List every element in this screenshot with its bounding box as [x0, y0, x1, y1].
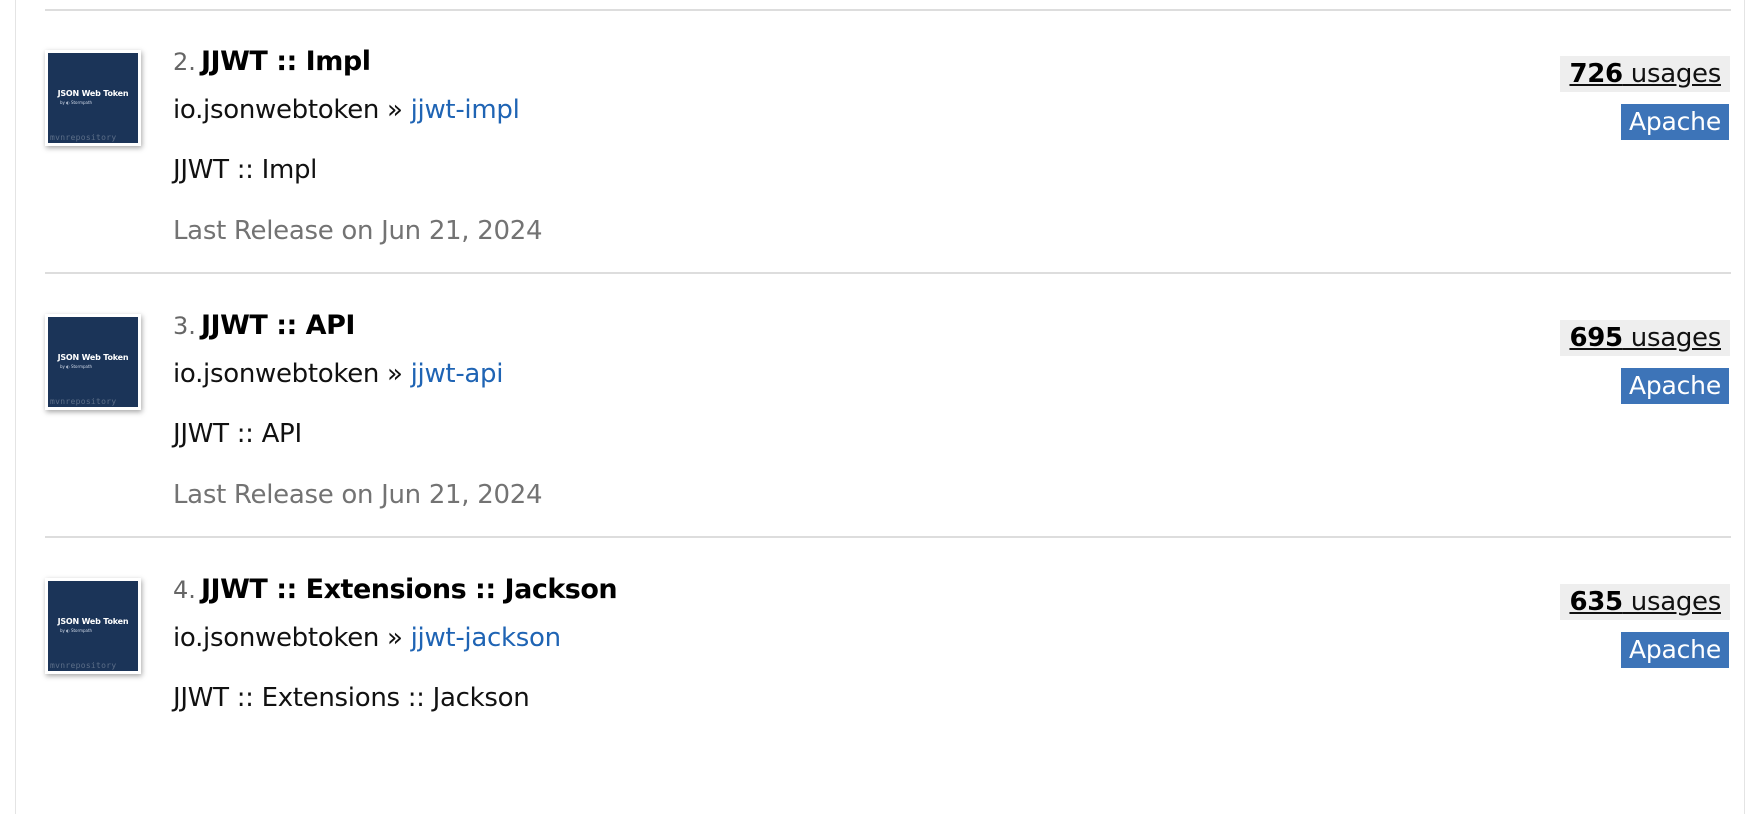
result-description: JJWT :: Extensions :: Jackson: [173, 683, 530, 713]
usage-count: 726: [1569, 59, 1623, 89]
jwt-logo-image[interactable]: JSON Web Token by ◐ Stormpath mvnreposit…: [45, 578, 141, 674]
result-title-link[interactable]: JJWT :: Extensions :: Jackson: [201, 574, 618, 605]
usages-badge[interactable]: 726 usages: [1560, 56, 1730, 92]
result-title-link[interactable]: JJWT :: API: [201, 310, 355, 341]
result-item: JSON Web Token by ◐ Stormpath mvnreposit…: [16, 8, 1744, 304]
breadcrumb-separator: »: [379, 623, 411, 653]
license-badge[interactable]: Apache: [1620, 104, 1729, 140]
last-release-date: Last Release on Jun 21, 2024: [173, 480, 543, 510]
usage-label: usages: [1622, 323, 1722, 353]
result-heading: 4. JJWT :: Extensions :: Jackson: [173, 574, 618, 605]
group-link[interactable]: io.jsonwebtoken: [173, 359, 379, 389]
results-list: JSON Web Token by ◐ Stormpath mvnreposit…: [15, 0, 1745, 814]
usage-count: 695: [1569, 323, 1623, 353]
artifact-link[interactable]: jjwt-api: [411, 359, 504, 389]
artifact-coordinates: io.jsonwebtoken » jjwt-api: [173, 359, 503, 389]
license-badge[interactable]: Apache: [1620, 368, 1729, 404]
result-heading: 3. JJWT :: API: [173, 310, 355, 341]
usage-label: usages: [1622, 587, 1722, 617]
breadcrumb-separator: »: [379, 359, 411, 389]
jwt-logo-image[interactable]: JSON Web Token by ◐ Stormpath mvnreposit…: [45, 314, 141, 410]
result-item: JSON Web Token by ◐ Stormpath mvnreposit…: [16, 272, 1744, 568]
artifact-link[interactable]: jjwt-impl: [411, 95, 520, 125]
usage-label: usages: [1622, 59, 1722, 89]
jwt-logo-image[interactable]: JSON Web Token by ◐ Stormpath mvnreposit…: [45, 50, 141, 146]
result-description: JJWT :: API: [173, 419, 302, 449]
result-index: 4.: [173, 576, 196, 604]
breadcrumb-separator: »: [379, 95, 411, 125]
usage-count: 635: [1569, 587, 1623, 617]
artifact-coordinates: io.jsonwebtoken » jjwt-jackson: [173, 623, 561, 653]
result-index: 2.: [173, 48, 196, 76]
artifact-coordinates: io.jsonwebtoken » jjwt-impl: [173, 95, 520, 125]
usages-badge[interactable]: 695 usages: [1560, 320, 1730, 356]
group-link[interactable]: io.jsonwebtoken: [173, 95, 379, 125]
artifact-link[interactable]: jjwt-jackson: [411, 623, 561, 653]
usages-badge[interactable]: 635 usages: [1560, 584, 1730, 620]
license-badge[interactable]: Apache: [1620, 632, 1729, 668]
group-link[interactable]: io.jsonwebtoken: [173, 623, 379, 653]
last-release-date: Last Release on Jun 21, 2024: [173, 216, 543, 246]
result-title-link[interactable]: JJWT :: Impl: [201, 46, 371, 77]
result-heading: 2. JJWT :: Impl: [173, 46, 371, 77]
result-description: JJWT :: Impl: [173, 155, 318, 185]
result-item: JSON Web Token by ◐ Stormpath mvnreposit…: [16, 536, 1744, 832]
result-index: 3.: [173, 312, 196, 340]
